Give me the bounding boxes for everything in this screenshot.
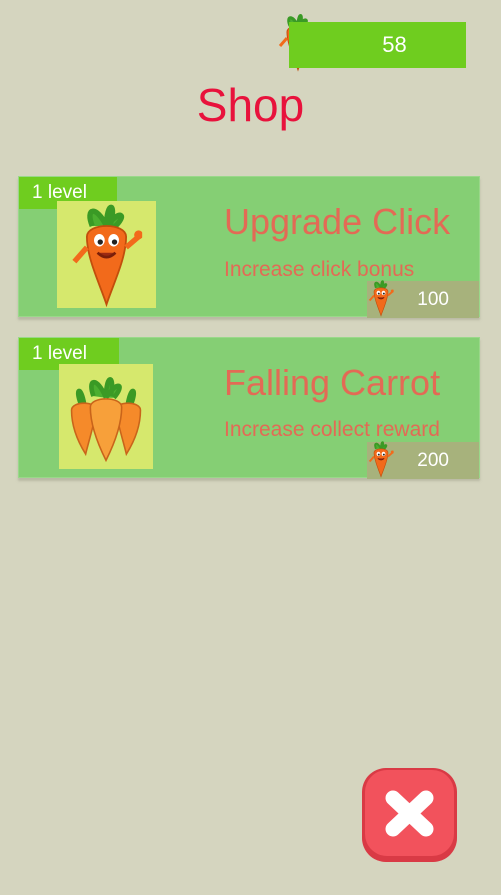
item-title: Upgrade Click [224, 201, 451, 242]
carrot-count-value: 58 [382, 32, 407, 57]
close-button[interactable] [362, 768, 457, 862]
carrot-bunch-image [59, 364, 153, 469]
price-value: 100 [417, 289, 449, 310]
carrot-price-icon [365, 440, 397, 478]
item-description: Increase collect reward [224, 418, 440, 441]
shop-item-falling-carrot[interactable]: 1 level Falling Carrot Increase collect … [18, 337, 480, 479]
price-value: 200 [417, 450, 449, 471]
buy-button[interactable]: 100 [367, 281, 479, 318]
carrot-price-icon [365, 279, 397, 317]
item-title: Falling Carrot [224, 362, 441, 403]
buy-button[interactable]: 200 [367, 442, 479, 479]
shop-item-upgrade-click[interactable]: 1 level Upgrade Click Increase click bon… [18, 176, 480, 318]
carrot-thumbs-up-image [57, 201, 156, 308]
close-x-icon [385, 790, 434, 837]
carrot-counter: 58 [289, 22, 466, 68]
page-title: Shop [196, 79, 305, 131]
